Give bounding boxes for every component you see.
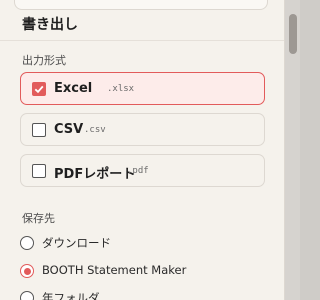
format-extension: .csv bbox=[84, 125, 106, 135]
checkbox-icon[interactable] bbox=[32, 123, 46, 137]
format-option-excel[interactable]: Excel .xlsx bbox=[20, 72, 265, 105]
radio-icon[interactable] bbox=[20, 236, 34, 250]
checkbox-checked-icon[interactable] bbox=[32, 82, 46, 96]
format-label: Excel bbox=[54, 81, 93, 96]
format-extension: .xlsx bbox=[107, 84, 135, 94]
export-panel: 書き出し 出力形式 Excel .xlsx CSV .csv PDFレポート .… bbox=[0, 0, 285, 300]
format-extension: .pdf bbox=[127, 166, 149, 176]
format-label: PDFレポート bbox=[54, 167, 136, 182]
top-input-field[interactable] bbox=[14, 0, 268, 10]
format-label: CSV bbox=[54, 122, 84, 137]
destination-group-label: 保存先 bbox=[22, 212, 55, 225]
destination-label: BOOTH Statement Maker bbox=[42, 263, 187, 277]
format-option-pdf[interactable]: PDFレポート .pdf bbox=[20, 154, 265, 187]
scrollbar-thumb[interactable] bbox=[289, 14, 297, 54]
export-title: 書き出し bbox=[22, 17, 78, 33]
format-option-csv[interactable]: CSV .csv bbox=[20, 113, 265, 146]
destination-label: ダウンロード bbox=[42, 236, 111, 250]
divider bbox=[0, 40, 284, 41]
destination-label: 年フォルダ bbox=[42, 291, 100, 300]
radio-icon[interactable] bbox=[20, 291, 34, 300]
checkbox-icon[interactable] bbox=[32, 164, 46, 178]
format-group-label: 出力形式 bbox=[22, 54, 66, 67]
radio-selected-icon[interactable] bbox=[20, 264, 34, 278]
